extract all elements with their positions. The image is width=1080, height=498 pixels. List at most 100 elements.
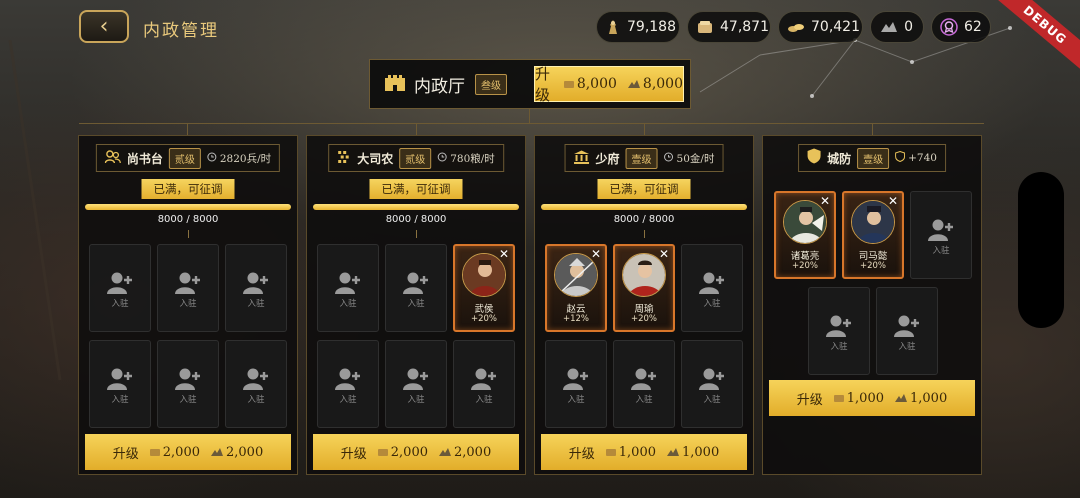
- capacity-bar: [85, 204, 291, 210]
- upgrade-button[interactable]: 升级 2,000 2,000: [313, 434, 519, 470]
- empty-slot[interactable]: 入驻: [385, 244, 447, 332]
- add-person-icon: [242, 367, 270, 395]
- hall-upgrade-button[interactable]: 升级 8,000 8,000: [534, 65, 684, 104]
- resource-ore[interactable]: 0: [870, 11, 924, 43]
- hero-bonus: +12%: [562, 314, 589, 324]
- resource-value: 47,871: [720, 19, 769, 35]
- production-rate: 780粮/时: [450, 152, 495, 165]
- add-person-icon: [470, 367, 498, 395]
- upgrade-button[interactable]: 升级 1,000 1,000: [541, 434, 747, 470]
- empty-slot[interactable]: 入驻: [385, 340, 447, 428]
- empty-slot[interactable]: 入驻: [681, 340, 743, 428]
- hero-card-zhaoyun[interactable]: ✕ 赵云 +12%: [545, 244, 607, 332]
- hero-name: 周瑜: [634, 304, 654, 315]
- hero-card-simayi[interactable]: ✕ 司马懿 +20%: [842, 191, 904, 279]
- remove-hero-icon[interactable]: ✕: [888, 195, 898, 207]
- resource-gold[interactable]: 70,421: [778, 11, 863, 43]
- hero-card-zhugeliang[interactable]: ✕ 诸葛亮 +20%: [774, 191, 836, 279]
- hero-card-wuhou[interactable]: ✕ 武侯 +20%: [453, 244, 515, 332]
- empty-slot[interactable]: 入驻: [225, 244, 287, 332]
- empty-slot[interactable]: 入驻: [89, 340, 151, 428]
- add-person-icon: [106, 271, 134, 299]
- add-person-icon: [106, 367, 134, 395]
- scroll-handle[interactable]: [1018, 172, 1064, 328]
- collect-status-button[interactable]: 已满，可征调: [141, 179, 235, 199]
- empty-slot[interactable]: 入驻: [453, 340, 515, 428]
- collect-status-button[interactable]: 已满，可征调: [597, 179, 691, 199]
- empty-slot[interactable]: 入驻: [910, 191, 972, 279]
- panel-name: 少府: [595, 151, 620, 166]
- add-person-icon: [698, 367, 726, 395]
- cost-grain: 2,000: [162, 444, 200, 460]
- connector-line: [644, 123, 645, 135]
- empty-slot[interactable]: 入驻: [613, 340, 675, 428]
- panel-header: 城防 壹级 +740: [798, 144, 946, 172]
- ore-icon: [879, 18, 898, 36]
- cost-ore: 1,000: [910, 390, 948, 406]
- panel-header: 少府 壹级 50金/时: [564, 144, 724, 172]
- empty-slot[interactable]: 入驻: [317, 244, 379, 332]
- panel-header: 大司农 贰级 780粮/时: [328, 144, 504, 172]
- back-button[interactable]: ‹: [79, 10, 129, 43]
- cost-grain: 2,000: [390, 444, 428, 460]
- shield-icon: [807, 148, 821, 168]
- grain-icon: [833, 395, 844, 402]
- slot-label: 入驻: [179, 395, 197, 405]
- gold-icon: [787, 18, 805, 36]
- remove-hero-icon[interactable]: ✕: [499, 248, 509, 260]
- slot-label: 入驻: [932, 246, 950, 256]
- hero-name: 司马懿: [858, 251, 888, 262]
- page-title: 内政管理: [143, 21, 219, 41]
- empty-slot[interactable]: 入驻: [317, 340, 379, 428]
- level-badge: 贰级: [399, 147, 432, 169]
- capacity-text: 8000 / 8000: [385, 214, 447, 225]
- panel-header: 尚书台 贰级 2820兵/时: [95, 144, 281, 172]
- slot-label: 入驻: [703, 299, 721, 309]
- slot-label: 入驻: [339, 395, 357, 405]
- remove-hero-icon[interactable]: ✕: [659, 248, 669, 260]
- panel-dasinong: 大司农 贰级 780粮/时 已满，可征调 8000 / 8000 入驻 入驻 ✕…: [306, 135, 526, 475]
- empty-slot[interactable]: 入驻: [876, 287, 938, 375]
- add-person-icon: [893, 314, 921, 342]
- empty-slot[interactable]: 入驻: [89, 244, 151, 332]
- slot-label: 入驻: [247, 395, 265, 405]
- empty-slot[interactable]: 入驻: [545, 340, 607, 428]
- empty-slot[interactable]: 入驻: [681, 244, 743, 332]
- cost-grain: 1,000: [846, 390, 884, 406]
- grain-icon: [696, 18, 714, 36]
- capacity-bar-fill: [85, 204, 291, 210]
- level-badge: 贰级: [168, 147, 201, 169]
- upgrade-button[interactable]: 升级 1,000 1,000: [769, 380, 975, 416]
- empty-slot[interactable]: 入驻: [225, 340, 287, 428]
- panel-name: 尚书台: [126, 151, 163, 166]
- castle-icon: [384, 72, 406, 96]
- empty-slot[interactable]: 入驻: [157, 340, 219, 428]
- panel-name: 城防: [827, 151, 852, 166]
- shield-outline-icon: [895, 150, 906, 165]
- panel-chengfang: 城防 壹级 +740 ✕ 诸葛亮 +20% ✕ 司马懿 +20% 入驻 入驻 入…: [762, 135, 982, 475]
- hero-bonus: +20%: [859, 261, 886, 271]
- remove-hero-icon[interactable]: ✕: [820, 195, 830, 207]
- slot-label: 入驻: [567, 395, 585, 405]
- ore-icon: [439, 448, 451, 456]
- upgrade-button[interactable]: 升级 2,000 2,000: [85, 434, 291, 470]
- add-person-icon: [698, 271, 726, 299]
- empty-slot[interactable]: 入驻: [157, 244, 219, 332]
- hero-card-zhouyu[interactable]: ✕ 周瑜 +20%: [613, 244, 675, 332]
- resource-soldiers[interactable]: 79,188: [596, 11, 680, 43]
- grain-icon: [563, 81, 574, 88]
- panel-shaofu: 少府 壹级 50金/时 已满，可征调 8000 / 8000 ✕ 赵云 +12%…: [534, 135, 754, 475]
- badge-icon: [940, 18, 958, 36]
- resource-badge[interactable]: 62: [931, 11, 991, 43]
- collect-status-button[interactable]: 已满，可征调: [369, 179, 463, 199]
- empty-slot[interactable]: 入驻: [808, 287, 870, 375]
- hero-bonus: +20%: [791, 261, 818, 271]
- slot-label: 入驻: [247, 299, 265, 309]
- cost-ore: 2,000: [454, 444, 492, 460]
- capacity-bar: [541, 204, 747, 210]
- slot-label: 入驻: [111, 395, 129, 405]
- slot-label: 入驻: [407, 299, 425, 309]
- level-badge: 壹级: [625, 147, 658, 169]
- resource-grain[interactable]: 47,871: [687, 11, 771, 43]
- remove-hero-icon[interactable]: ✕: [591, 248, 601, 260]
